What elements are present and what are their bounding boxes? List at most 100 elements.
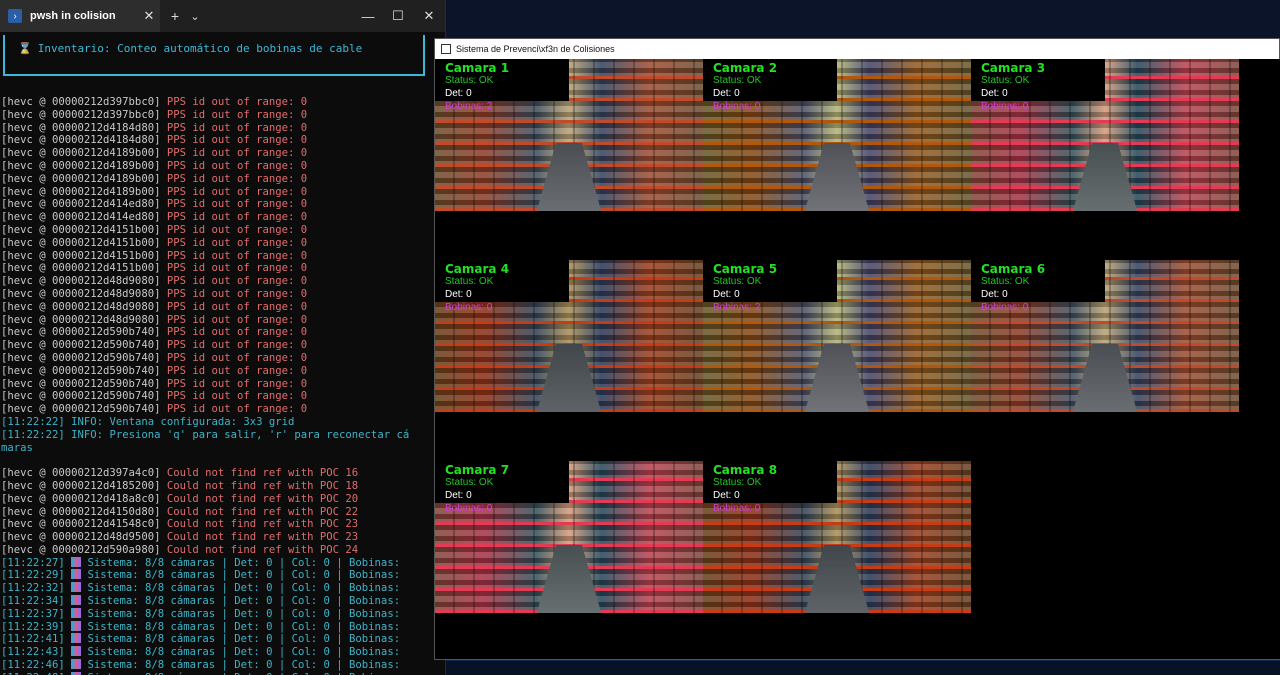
log-prefix: [hevc @ 00000212d4184d80] (1, 121, 167, 134)
camera-name: Camara 4 (445, 262, 510, 276)
camera-status: Status: OK (713, 477, 762, 488)
log-line: [11:22:39] Sistema: 8/8 cámaras | Det: 0… (1, 620, 445, 634)
log-message: Could not find ref with POC 24 (166, 543, 359, 556)
camera-name: Camara 8 (713, 463, 778, 477)
log-message: PPS id out of range: 0 (166, 172, 308, 185)
log-prefix: [hevc @ 00000212d397a4c0] (1, 467, 167, 480)
maximize-button[interactable]: ☐ (382, 0, 414, 32)
chart-icon (71, 659, 82, 670)
window-close-button[interactable]: ✕ (413, 0, 445, 32)
log-message: PPS id out of range: 0 (166, 121, 308, 134)
log-prefix: [hevc @ 00000212d48d9080] (1, 313, 167, 326)
camera-detections: Det: 0 (981, 88, 1008, 99)
log-line: [11:22:22] INFO: Ventana configurada: 3x… (1, 416, 445, 429)
camera-overlay: Camara 3 Status: OK Det: 0 Bobinas: 0 (971, 59, 1105, 112)
log-message: PPS id out of range: 0 (166, 198, 308, 211)
log-line: [hevc @ 00000212d397a4c0] Could not find… (1, 467, 445, 480)
log-line: [hevc @ 00000212d590b740] PPS id out of … (1, 403, 445, 416)
log-prefix: [hevc @ 00000212d4151b00] (1, 223, 167, 236)
log-prefix: [hevc @ 00000212d4184d80] (1, 134, 167, 147)
log-prefix: [hevc @ 00000212d48d9080] (1, 275, 167, 288)
camera-overlay: Camara 4 Status: OK Det: 0 Bobinas: 0 (435, 260, 569, 313)
camera-name: Camara 2 (713, 61, 778, 75)
log-line: [hevc @ 00000212d4189b00] PPS id out of … (1, 160, 445, 173)
log-line: [hevc @ 00000212d590b740] PPS id out of … (1, 390, 445, 403)
log-prefix: [hevc @ 00000212d414ed80] (1, 211, 167, 224)
camera-name: Camara 6 (981, 262, 1046, 276)
tab-dropdown-button[interactable]: ⌄ (184, 0, 206, 32)
powershell-icon: › (8, 9, 22, 23)
log-prefix: [11:22:29] (1, 569, 72, 582)
terminal-output[interactable]: ⌛ Inventario: Conteo automático de bobina… (0, 32, 445, 675)
log-line: [hevc @ 00000212d4189b00] PPS id out of … (1, 147, 445, 160)
log-prefix: [hevc @ 00000212d41548c0] (1, 518, 167, 531)
log-line: [hevc @ 00000212d397bbc0] PPS id out of … (1, 96, 445, 109)
log-message: PPS id out of range: 0 (166, 390, 308, 403)
terminal-window[interactable]: › pwsh in colision ✕ + ⌄ — ☐ ✕ ⌛ Inventar… (0, 0, 446, 675)
log-prefix: [11:22:34] (1, 595, 72, 608)
log-prefix: [hevc @ 00000212d4185200] (1, 479, 167, 492)
tab-close-button[interactable]: ✕ (138, 8, 160, 24)
camera-detections: Det: 0 (713, 289, 740, 300)
camera-bobinas: Bobinas: 0 (445, 503, 493, 514)
camera-overlay: Camara 5 Status: OK Det: 0 Bobinas: 2 (703, 260, 837, 313)
log-message: maras (1, 441, 33, 454)
log-prefix: [hevc @ 00000212d590b740] (1, 377, 167, 390)
camera-status: Status: OK (713, 75, 762, 86)
camera-overlay: Camara 7 Status: OK Det: 0 Bobinas: 0 (435, 461, 569, 514)
log-message: Could not find ref with POC 20 (166, 492, 359, 505)
camera-grid-window[interactable]: Sistema de Prevenci\xf3n de Colisiones C… (434, 38, 1280, 660)
log-message: PPS id out of range: 0 (166, 287, 308, 300)
camera-feed: Camara 7 Status: OK Det: 0 Bobinas: 0 (435, 461, 703, 613)
log-prefix: [hevc @ 00000212d48d9080] (1, 300, 167, 313)
log-line: [hevc @ 00000212d590a980] Could not find… (1, 544, 445, 557)
camera-feed: Camara 5 Status: OK Det: 0 Bobinas: 2 (703, 260, 971, 412)
log-message: PPS id out of range: 0 (166, 108, 308, 121)
camera-feed: Camara 6 Status: OK Det: 0 Bobinas: 0 (971, 260, 1239, 412)
chart-icon (71, 569, 82, 580)
log-prefix: [hevc @ 00000212d397bbc0] (1, 96, 167, 108)
camera-name: Camara 1 (445, 61, 510, 75)
log-line: [hevc @ 00000212d48d9080] PPS id out of … (1, 314, 445, 327)
camera-detections: Det: 0 (713, 88, 740, 99)
chart-icon (71, 620, 82, 631)
log-message: PPS id out of range: 0 (166, 262, 308, 275)
log-message: INFO: Presiona 'q' para salir, 'r' para … (71, 428, 410, 441)
log-prefix: [hevc @ 00000212d590a980] (1, 543, 167, 556)
log-prefix: [hevc @ 00000212d4150d80] (1, 505, 167, 518)
camera-overlay: Camara 6 Status: OK Det: 0 Bobinas: 0 (971, 260, 1105, 313)
log-prefix: [hevc @ 00000212d414ed80] (1, 198, 167, 211)
log-prefix: [hevc @ 00000212d4151b00] (1, 262, 167, 275)
log-prefix: [11:22:27] (1, 556, 72, 569)
log-message: PPS id out of range: 0 (166, 249, 308, 262)
log-message: PPS id out of range: 0 (166, 96, 308, 108)
log-line: [hevc @ 00000212d4184d80] PPS id out of … (1, 134, 445, 147)
terminal-tab-bar: › pwsh in colision ✕ + ⌄ — ☐ ✕ (0, 0, 445, 32)
camera-detections: Det: 0 (713, 490, 740, 501)
camera-bobinas: Bobinas: 0 (713, 101, 761, 112)
log-line: [hevc @ 00000212d4151b00] PPS id out of … (1, 237, 445, 250)
log-line: [hevc @ 00000212d4151b00] PPS id out of … (1, 262, 445, 275)
log-message: Sistema: 8/8 cámaras | Det: 0 | Col: 0 |… (81, 556, 401, 569)
new-tab-button[interactable]: + (164, 0, 186, 32)
terminal-tab[interactable]: › pwsh in colision ✕ (0, 0, 160, 32)
camera-status: Status: OK (713, 276, 762, 287)
log-line: [hevc @ 00000212d48d9080] PPS id out of … (1, 288, 445, 301)
chart-icon (71, 646, 82, 657)
log-message: Could not find ref with POC 23 (166, 518, 359, 531)
window-icon (441, 44, 451, 54)
log-line: [hevc @ 00000212d414ed80] PPS id out of … (1, 211, 445, 224)
minimize-button[interactable]: — (352, 0, 384, 32)
log-message: Sistema: 8/8 cámaras | Det: 0 | Col: 0 |… (81, 646, 401, 659)
camera-bobinas: Bobinas: 0 (713, 503, 761, 514)
log-line: [hevc @ 00000212d48d9500] Could not find… (1, 531, 445, 544)
log-line: [11:22:37] Sistema: 8/8 cámaras | Det: 0… (1, 607, 445, 621)
log-prefix: [hevc @ 00000212d4189b00] (1, 185, 167, 198)
camera-overlay: Camara 2 Status: OK Det: 0 Bobinas: 0 (703, 59, 837, 112)
log-message: Sistema: 8/8 cámaras | Det: 0 | Col: 0 |… (81, 607, 401, 620)
camera-window-titlebar[interactable]: Sistema de Prevenci\xf3n de Colisiones (435, 39, 1279, 60)
log-message: PPS id out of range: 0 (166, 275, 308, 288)
log-message: Could not find ref with POC 22 (166, 505, 359, 518)
log-prefix: [hevc @ 00000212d48d9500] (1, 531, 167, 544)
log-message: PPS id out of range: 0 (166, 147, 308, 160)
